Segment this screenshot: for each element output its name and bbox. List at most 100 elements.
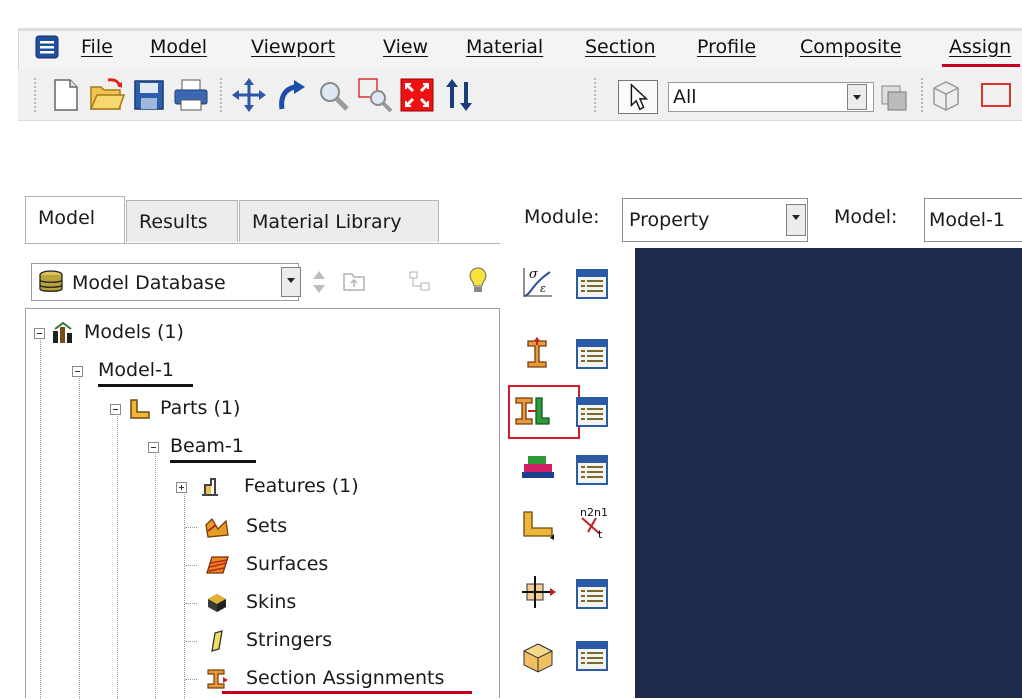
toolbar-grip [34,78,36,112]
skin-icon[interactable] [520,640,556,676]
toolbar-separator [921,78,923,112]
material-manager-icon[interactable] [574,266,610,302]
select-arrow-icon[interactable] [618,80,658,114]
stringers-icon [211,630,223,652]
assign-beam-tangent-icon[interactable]: n2 n1 t [574,504,610,540]
tab-material-library[interactable]: Material Library [239,200,439,242]
svg-text:n2: n2 [580,506,594,519]
tree-item-label: Model-1 [98,359,174,381]
save-icon[interactable] [130,76,168,114]
parts-icon [130,399,150,419]
assign-highlight-underline [942,64,1020,67]
cube-select-icon[interactable] [928,76,966,114]
layers-icon[interactable] [876,76,914,114]
open-icon[interactable] [88,76,126,114]
cycle-views-icon[interactable] [440,76,478,114]
tree-item-label: Skins [246,591,297,613]
skins-icon [208,594,226,612]
model-1-underline [98,384,193,387]
tree-filter-icon[interactable] [407,269,433,293]
module-dropdown[interactable] [786,204,806,236]
menu-assign[interactable]: Assign [949,36,1011,58]
database-icon [39,270,63,292]
beam-1-underline [170,460,256,463]
surfaces-icon [206,556,229,574]
models-icon [53,321,72,343]
tree-line [185,641,197,642]
tree-line [185,603,197,604]
selection-filter-select[interactable]: All [668,82,874,112]
tree-item-label: Models (1) [84,321,184,343]
section-assignments-underline [222,691,472,694]
print-icon[interactable] [172,76,210,114]
database-select-value: Model Database [72,272,226,294]
menu-section[interactable]: Section [585,36,656,58]
tree-line [185,527,197,528]
database-toolbar: Model Database [25,255,495,307]
collapse-toggle[interactable] [72,366,83,377]
skin-manager-icon[interactable] [574,638,610,674]
module-select[interactable]: Property [622,198,808,242]
special-inertia-manager-icon[interactable] [574,576,610,612]
selection-filter-dropdown[interactable] [847,84,867,110]
menu-model[interactable]: Model [150,36,207,58]
tree-line [185,679,197,680]
tab-results[interactable]: Results [126,200,238,242]
svg-text:t: t [598,528,603,540]
tree-line [79,369,80,699]
menu-viewport[interactable]: Viewport [251,36,335,58]
collapse-toggle[interactable] [34,328,45,339]
menu-profile[interactable]: Profile [697,36,756,58]
tree-line [40,333,41,699]
box-select-icon[interactable] [976,76,1014,114]
tree-item-label: Surfaces [246,553,329,575]
expand-toggle[interactable] [176,482,187,493]
tree-line [184,485,185,699]
menu-composite[interactable]: Composite [800,36,901,58]
lightbulb-icon[interactable] [465,265,491,295]
section-assignment-icon [207,669,228,689]
menu-file[interactable]: File [81,36,113,58]
menu-material[interactable]: Material [466,36,543,58]
assign-beam-orientation-icon[interactable] [520,506,556,542]
section-assignment-manager-icon[interactable] [574,394,610,430]
pan-icon[interactable] [230,76,268,114]
rotate-icon[interactable] [272,76,310,114]
create-profile-icon[interactable] [520,450,556,486]
folder-up-icon[interactable] [341,269,367,293]
create-section-icon[interactable] [520,336,556,372]
app-menu-icon[interactable] [35,35,59,59]
svg-text:n1: n1 [594,506,608,519]
special-inertia-icon[interactable] [520,574,556,610]
model-select-value: Model-1 [929,209,1005,231]
profile-manager-icon[interactable] [574,452,610,488]
tree-line [117,407,118,699]
database-dropdown[interactable] [281,267,301,297]
tree-item-label: Stringers [246,629,333,651]
tab-model[interactable]: Model [25,196,125,244]
zoom-icon[interactable] [314,76,352,114]
create-material-icon[interactable]: σε [520,264,556,300]
new-file-icon[interactable] [46,76,84,114]
collapse-toggle[interactable] [110,404,121,415]
menu-bar: File Model Viewport View Material Sectio… [18,28,1022,73]
sort-arrows-icon[interactable] [309,267,329,297]
assign-section-icon[interactable] [514,393,550,429]
tree-item-label: Sets [246,515,288,537]
section-manager-icon[interactable] [574,336,610,372]
features-icon [202,478,218,496]
viewport-canvas[interactable] [635,248,1022,698]
menu-view[interactable]: View [383,36,428,58]
toolbar-separator [594,78,596,112]
sets-icon [205,517,229,538]
main-toolbar: All [18,70,1022,121]
module-label: Module: [524,206,600,228]
auto-fit-icon[interactable] [398,76,436,114]
tree-item-label: Beam-1 [170,435,244,457]
database-select[interactable]: Model Database [31,263,299,301]
collapse-toggle[interactable] [148,442,159,453]
selection-filter-value: All [673,86,697,108]
svg-text:σ: σ [529,267,539,282]
model-select[interactable]: Model-1 [924,198,1022,242]
box-zoom-icon[interactable] [356,76,394,114]
